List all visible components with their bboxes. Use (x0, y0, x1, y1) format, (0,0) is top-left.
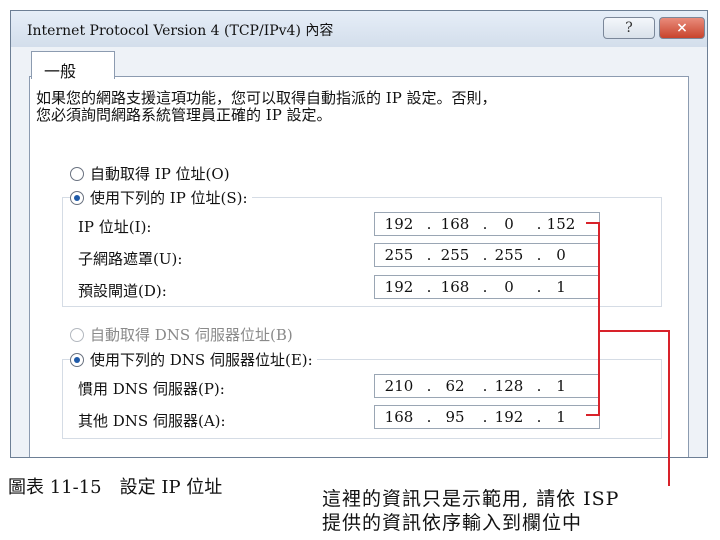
alternate-dns-octet-3: 192 (494, 408, 524, 426)
ip-dot: . (482, 215, 488, 233)
close-button[interactable]: × (659, 17, 705, 39)
description-line-2: 您必須詢問網路系統管理員正確的 IP 設定。 (36, 106, 332, 124)
ip-dot: . (426, 215, 432, 233)
ip-dot: . (426, 278, 432, 296)
preferred-dns-input[interactable]: 210 . 62 . 128 . 1 (374, 374, 600, 398)
annotation-note: 這裡的資訊只是示範用, 請依 ISP 提供的資訊依序輸入到欄位中 (322, 487, 619, 535)
title-bar: Internet Protocol Version 4 (TCP/IPv4) 內… (11, 11, 707, 48)
tab-strip: 一般 (11, 47, 707, 81)
subnet-octet-3: 255 (494, 246, 524, 264)
ip-dot: . (426, 246, 432, 264)
alternate-dns-octet-2: 95 (445, 408, 465, 426)
ip-dot: . (482, 246, 488, 264)
radio-manual-dns[interactable]: 使用下列的 DNS 伺服器位址(E): (70, 349, 317, 370)
alternate-dns-input[interactable]: 168 . 95 . 192 . 1 (374, 405, 600, 429)
gateway-octet-3: 0 (504, 278, 514, 296)
preferred-dns-octet-4: 1 (556, 377, 566, 395)
subnet-octet-4: 0 (556, 246, 566, 264)
gateway-octet-4: 1 (556, 278, 566, 296)
alternate-dns-octet-1: 168 (384, 408, 414, 426)
annotation-note-line-1: 這裡的資訊只是示範用, 請依 ISP (322, 488, 620, 510)
annotation-line-bottom (586, 414, 600, 416)
description-text: 如果您的網路支援這項功能，您可以取得自動指派的 IP 設定。否則， 您必須詢問網… (36, 90, 497, 124)
figure-caption: 圖表 11-15 設定 IP 位址 (8, 477, 223, 498)
radio-auto-dns-indicator (70, 327, 84, 342)
annotation-note-line-2: 提供的資訊依序輸入到欄位中 (322, 512, 583, 534)
ip-octet-1: 192 (384, 215, 414, 233)
window-title: Internet Protocol Version 4 (TCP/IPv4) 內… (27, 23, 334, 39)
preferred-dns-octet-2: 62 (445, 377, 465, 395)
preferred-dns-octet-1: 210 (384, 377, 414, 395)
alternate-dns-octet-4: 1 (556, 408, 566, 426)
radio-auto-dns-label: 自動取得 DNS 伺服器位址(B) (90, 326, 293, 344)
radio-auto-ip[interactable]: 自動取得 IP 位址(O) (70, 163, 230, 184)
annotation-line-connector (598, 330, 670, 332)
alternate-dns-label: 其他 DNS 伺服器(A): (78, 412, 226, 430)
help-icon: ? (625, 20, 633, 36)
radio-manual-ip-indicator (70, 190, 84, 205)
subnet-octet-1: 255 (384, 246, 414, 264)
ip-octet-4: 152 (546, 215, 576, 233)
radio-manual-dns-label: 使用下列的 DNS 伺服器位址(E): (90, 351, 313, 369)
ip-dot: . (482, 408, 488, 426)
default-gateway-label: 預設閘道(D): (78, 282, 167, 300)
radio-manual-dns-indicator (70, 352, 84, 367)
annotation-line-bracket (598, 222, 600, 416)
gateway-octet-2: 168 (440, 278, 470, 296)
default-gateway-input[interactable]: 192 . 168 . 0 . 1 (374, 275, 600, 299)
gateway-octet-1: 192 (384, 278, 414, 296)
ip-dot: . (426, 408, 432, 426)
subnet-octet-2: 255 (440, 246, 470, 264)
tab-general[interactable]: 一般 (31, 51, 115, 81)
radio-manual-ip-label: 使用下列的 IP 位址(S): (90, 189, 248, 207)
preferred-dns-octet-3: 128 (494, 377, 524, 395)
help-button[interactable]: ? (603, 17, 655, 39)
close-icon: × (676, 20, 688, 36)
ip-dot: . (482, 278, 488, 296)
radio-auto-ip-label: 自動取得 IP 位址(O) (90, 165, 230, 183)
ip-octet-2: 168 (440, 215, 470, 233)
radio-auto-ip-indicator (70, 166, 84, 181)
ip-dot: . (482, 377, 488, 395)
radio-auto-dns[interactable]: 自動取得 DNS 伺服器位址(B) (70, 324, 293, 345)
preferred-dns-label: 慣用 DNS 伺服器(P): (78, 380, 225, 398)
ip-address-input[interactable]: 192 . 168 . 0 . 152 (374, 212, 600, 236)
subnet-mask-label: 子網路遮罩(U): (78, 250, 183, 268)
annotation-line-down (668, 330, 670, 486)
radio-manual-ip[interactable]: 使用下列的 IP 位址(S): (70, 187, 252, 208)
ip-octet-3: 0 (504, 215, 514, 233)
ip-address-label: IP 位址(I): (78, 218, 152, 236)
subnet-mask-input[interactable]: 255 . 255 . 255 . 0 (374, 243, 600, 267)
description-line-1: 如果您的網路支援這項功能，您可以取得自動指派的 IP 設定。否則， (36, 89, 497, 107)
ip-dot: . (426, 377, 432, 395)
